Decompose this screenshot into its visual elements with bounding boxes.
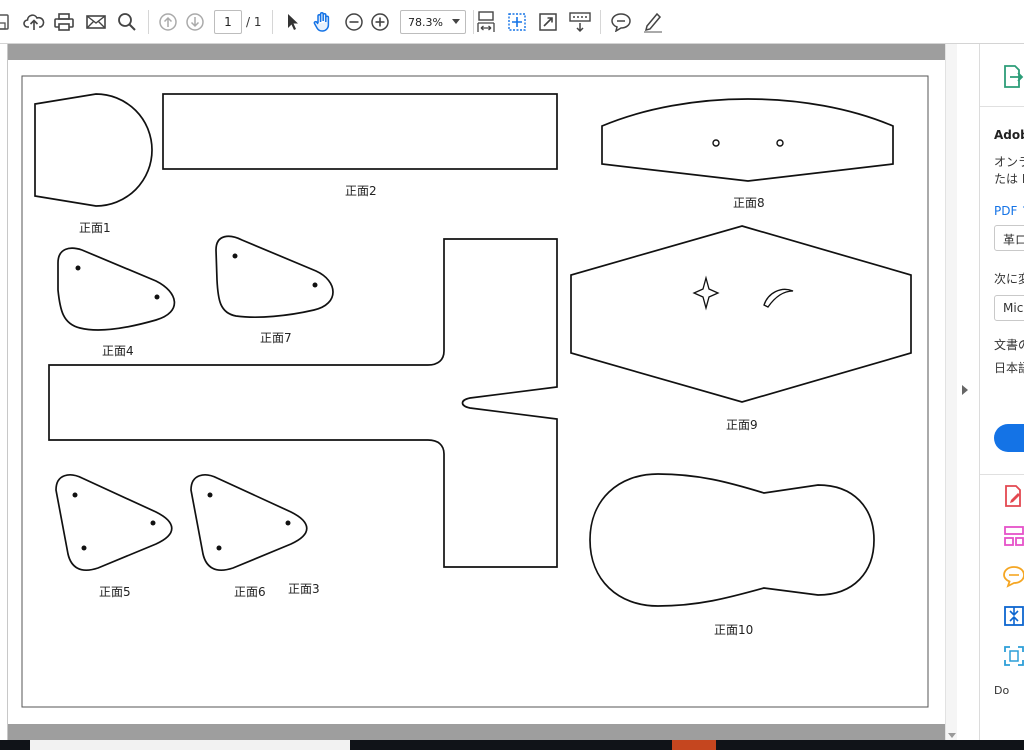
- rivet-hole: [285, 520, 291, 526]
- piece-label: 正面3: [288, 582, 320, 596]
- piece-label: 正面6: [234, 585, 266, 599]
- panel-footer-label: Do: [994, 684, 1010, 697]
- rivet-hole: [154, 294, 160, 300]
- taskbar-search-box[interactable]: [30, 740, 350, 750]
- doc-language-label: 文書の: [994, 338, 1024, 352]
- pattern-drawing: 正面1 正面2 正面3 正面4 正面5 正面6 正面7 正面8 正面9 正面10: [21, 75, 929, 708]
- zoom-in-icon[interactable]: [368, 8, 392, 36]
- piece-label: 正面4: [102, 344, 134, 358]
- piece-label: 正面1: [79, 221, 111, 235]
- print-icon[interactable]: [52, 8, 76, 36]
- organize-pages-icon[interactable]: [1002, 524, 1024, 552]
- pattern-piece-8: [601, 98, 894, 182]
- rivet-hole: [75, 265, 81, 271]
- next-page-icon[interactable]: [183, 8, 207, 36]
- export-pdf-icon[interactable]: [1002, 64, 1024, 94]
- page-number-input[interactable]: [214, 10, 242, 34]
- pattern-piece-4: [57, 247, 176, 331]
- divider: [980, 474, 1024, 475]
- taskbar-active-app[interactable]: [672, 740, 716, 750]
- convert-to-label: 次に変: [994, 272, 1024, 286]
- os-taskbar: [0, 740, 1024, 750]
- scan-ocr-icon[interactable]: [1002, 644, 1024, 672]
- zoom-level-dropdown[interactable]: 78.3%: [400, 10, 466, 34]
- hand-tool-icon[interactable]: [310, 8, 336, 36]
- rivet-hole: [312, 282, 318, 288]
- rivet-hole: [150, 520, 156, 526]
- pdf-file-label: PDF フ: [994, 204, 1024, 218]
- select-cursor-icon[interactable]: [282, 8, 304, 36]
- convert-button[interactable]: [994, 424, 1024, 452]
- comment-tool-icon[interactable]: [1002, 564, 1024, 592]
- divider: [980, 106, 1024, 107]
- previous-page-icon[interactable]: [156, 8, 180, 36]
- pattern-piece-2: [162, 93, 558, 170]
- tools-pane: Adob オンラ たは E PDF フ 革ロ 次に変 Micr 文書の 日本語 …: [979, 44, 1024, 740]
- page-total: / 1: [246, 15, 262, 29]
- snap-hole: [712, 139, 720, 147]
- search-icon[interactable]: [115, 8, 139, 36]
- piece-label: 正面8: [733, 196, 765, 210]
- pattern-piece-7: [215, 235, 334, 318]
- keyboard-scroll-icon[interactable]: [567, 8, 593, 36]
- left-margin: [0, 44, 8, 740]
- rivet-hole: [81, 545, 87, 551]
- file-name-field[interactable]: 革ロ: [994, 225, 1024, 251]
- edit-pdf-icon[interactable]: [1002, 484, 1024, 512]
- piece-label: 正面5: [99, 585, 131, 599]
- piece-label: 正面2: [345, 184, 377, 198]
- full-screen-icon[interactable]: [536, 8, 560, 36]
- collapse-panel-icon[interactable]: [962, 385, 968, 395]
- pattern-piece-10: [589, 473, 875, 607]
- toolbar-separator: [148, 10, 149, 34]
- marquee-zoom-icon[interactable]: [505, 8, 529, 36]
- rivet-hole: [216, 545, 222, 551]
- panel-description: たは E: [994, 172, 1024, 186]
- document-viewport[interactable]: 正面1 正面2 正面3 正面4 正面5 正面6 正面7 正面8 正面9 正面10: [0, 44, 957, 740]
- piece-label: 正面9: [726, 418, 758, 432]
- comment-icon[interactable]: [608, 8, 634, 36]
- panel-title: Adob: [994, 128, 1024, 142]
- email-icon[interactable]: [84, 8, 108, 36]
- snap-hole: [776, 139, 784, 147]
- chevron-down-icon: [452, 19, 460, 24]
- scroll-down-icon[interactable]: [948, 733, 956, 738]
- save-icon[interactable]: [0, 8, 12, 36]
- page-gutter-bottom: [8, 724, 945, 740]
- doc-language-value[interactable]: 日本語: [994, 359, 1024, 376]
- page-gutter-top: [8, 44, 945, 60]
- piece-label: 正面7: [260, 331, 292, 345]
- rivet-hole: [232, 253, 238, 259]
- toolbar-separator: [272, 10, 273, 34]
- fit-page-width-icon[interactable]: [474, 8, 498, 36]
- pattern-piece-1: [34, 93, 153, 207]
- piece-label: 正面10: [714, 623, 753, 637]
- rivet-hole: [207, 492, 213, 498]
- highlight-pen-icon[interactable]: [640, 8, 666, 36]
- zoom-level-value: 78.3%: [408, 15, 443, 29]
- panel-description: オンラ: [994, 155, 1024, 169]
- upload-cloud-icon[interactable]: [22, 8, 46, 36]
- rivet-hole: [72, 492, 78, 498]
- toolbar-separator: [600, 10, 601, 34]
- format-dropdown[interactable]: Micr: [994, 295, 1024, 321]
- compress-pdf-icon[interactable]: [1002, 604, 1024, 632]
- pattern-piece-9: [570, 225, 912, 403]
- toolbar: / 1 78.3%: [0, 0, 1024, 44]
- pdf-page: 正面1 正面2 正面3 正面4 正面5 正面6 正面7 正面8 正面9 正面10: [8, 60, 945, 724]
- vertical-scrollbar[interactable]: [945, 44, 957, 740]
- zoom-out-icon[interactable]: [342, 8, 366, 36]
